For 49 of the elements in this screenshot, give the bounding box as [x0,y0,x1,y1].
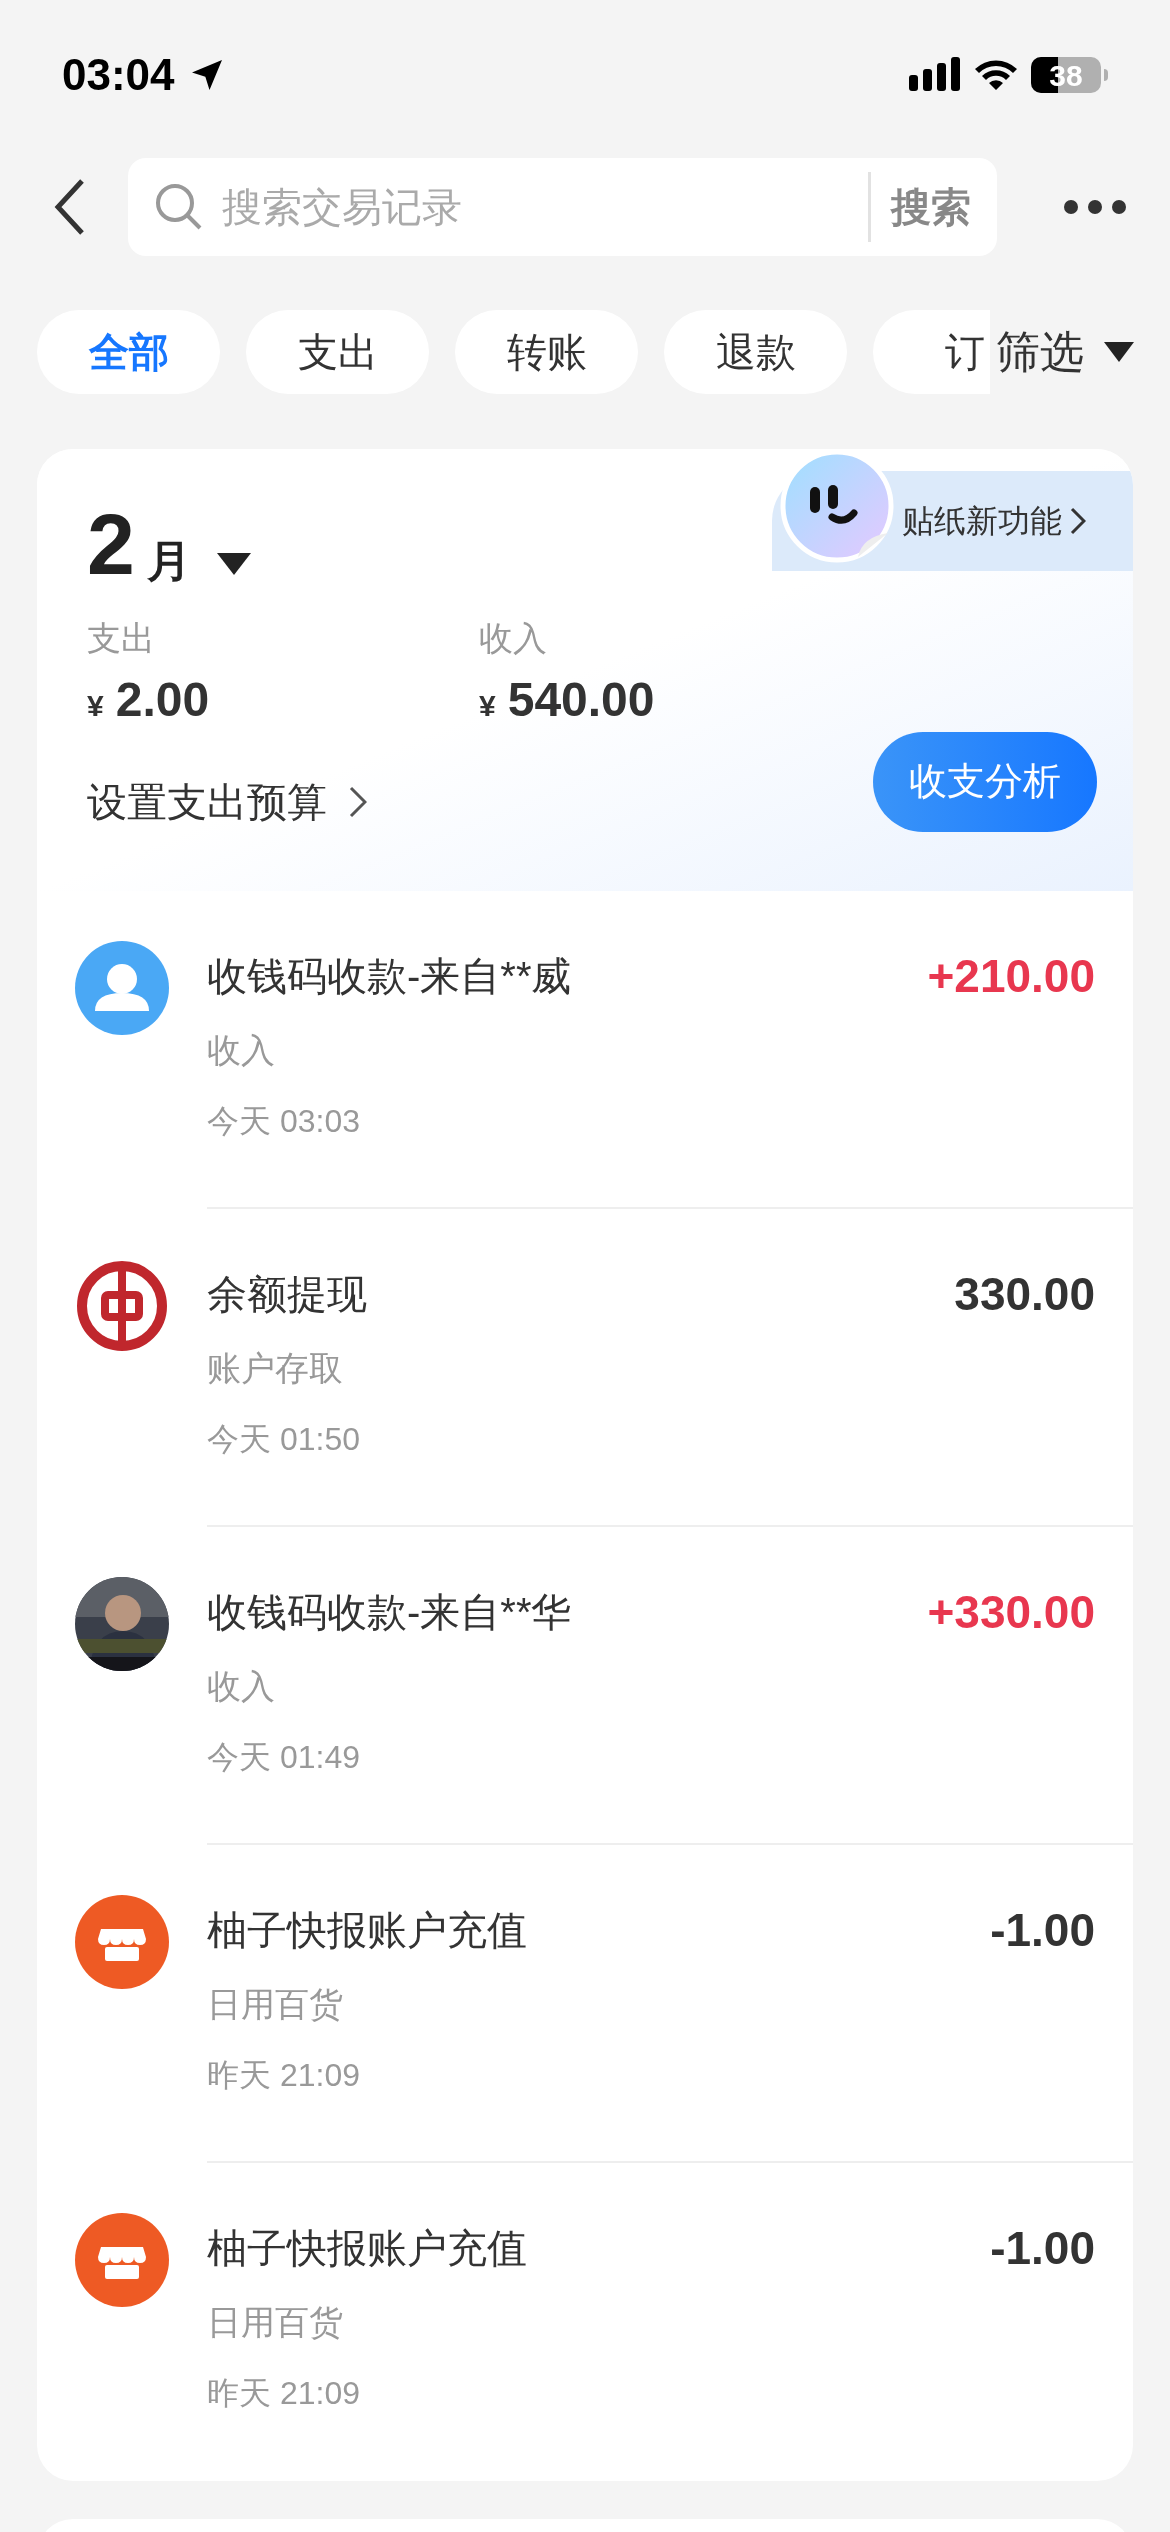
filter-tab[interactable]: 退款 [664,310,847,394]
transaction-title: 余额提现 [207,1271,368,1318]
transaction-amount: -1.00 [990,2221,1095,2276]
transaction-title: 收钱码收款-来自**威 [207,953,573,1000]
transaction-time: 今天 03:03 [207,1102,361,1141]
stat-amount: 2.00 [115,671,210,728]
transaction-title: 柚子快报账户充值 [207,2225,528,2272]
budget-link[interactable]: 设置支出预算 [87,771,367,832]
more-icon [1063,199,1127,215]
search-button[interactable]: 搜索 [891,177,971,237]
transaction-title: 柚子快报账户充值 [207,1907,528,1954]
transaction-category: 收入 [207,1030,276,1071]
stat-amount: 540.00 [507,671,655,728]
search-bar[interactable]: 搜索交易记录 搜索 [128,158,997,256]
transaction-time: 今天 01:49 [207,1738,361,1777]
dropdown-triangle-icon [216,553,251,575]
stat-label: 收入 [479,618,548,659]
transaction-amount: 330.00 [954,1267,1095,1322]
transaction-category: 收入 [207,1666,276,1707]
dropdown-triangle-icon [1104,342,1134,362]
filter-tab[interactable]: 全部 [37,310,220,394]
person-avatar-icon [75,941,169,1035]
transaction-time: 昨天 21:09 [207,2056,361,2095]
transaction-title: 收钱码收款-来自**华 [207,1589,573,1636]
currency-symbol: ¥ [87,687,104,724]
chevron-right-icon [349,785,367,818]
filter-tab[interactable]: 转账 [455,310,638,394]
status-time: 03:04 [62,49,175,101]
transaction-category: 账户存取 [207,1348,344,1389]
transaction-time: 昨天 21:09 [207,2374,361,2413]
transaction-amount: +210.00 [927,949,1095,1004]
wifi-icon [973,57,1019,93]
currency-symbol: ¥ [479,687,496,724]
transaction-time: 今天 01:50 [207,1420,361,1459]
transaction-category: 日用百货 [207,2302,344,2343]
transaction-amount: -1.00 [990,1903,1095,1958]
transaction-amount: +330.00 [927,1585,1095,1640]
signal-icon [909,57,961,93]
analysis-button[interactable]: 收支分析 [873,731,1097,832]
search-field[interactable]: 搜索交易记录 [222,177,848,237]
month-selector[interactable]: 2 月 [87,501,251,587]
shop-icon [75,1895,169,1989]
search-icon [154,182,204,232]
filter-tab[interactable]: 支出 [246,310,429,394]
bank-logo-icon [75,1259,169,1353]
transaction-category: 日用百货 [207,1984,344,2025]
stat-label: 支出 [87,618,156,659]
chevron-right-icon [1070,507,1086,535]
shop-icon [75,2213,169,2307]
